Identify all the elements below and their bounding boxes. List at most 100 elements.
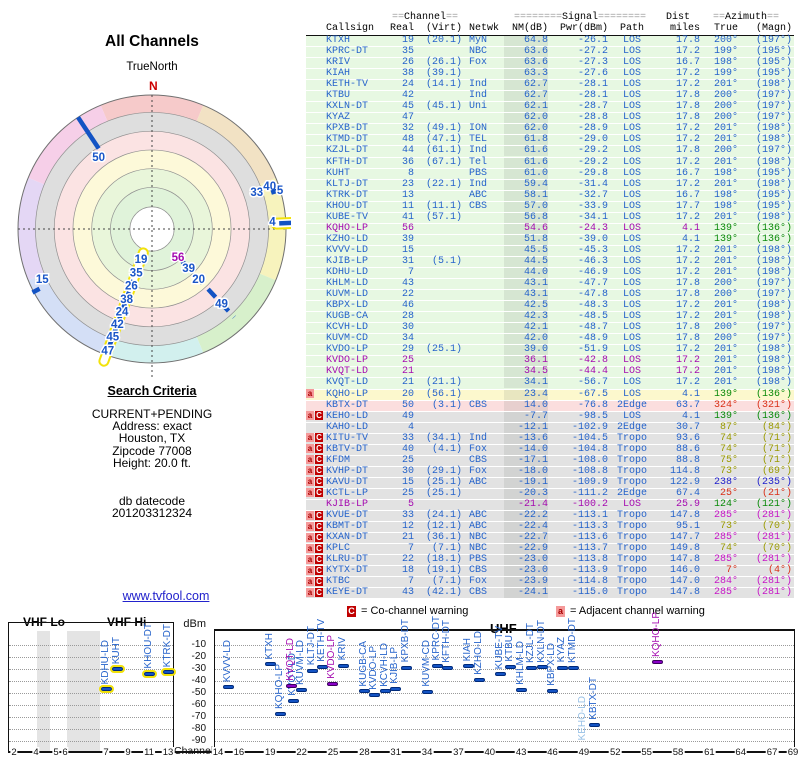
cell-path: Tropo (616, 565, 647, 577)
cell-mag: (198°) (755, 211, 792, 223)
cell-mag: (198°) (755, 156, 792, 168)
cell-mag: (197°) (755, 101, 792, 113)
table-row: KFTH-DT 36 (67.1) Tel 61.6 -29.2 LOS 17.2 201° (1… (306, 156, 794, 169)
cell-nm: 63.6 (504, 47, 548, 58)
cell-mag: (197°) (755, 322, 792, 334)
channel-tick-label: 2 (10, 746, 18, 758)
channel-tick-label: 58 (671, 746, 685, 758)
signal-bar (432, 663, 444, 668)
cell-nm: 42.3 (504, 312, 548, 323)
cell-path: Tropo (616, 521, 647, 533)
signal-bar (567, 665, 579, 670)
search-criteria-title: Search Criteria (107, 384, 197, 398)
tvfool-link[interactable]: www.tvfool.com (96, 589, 236, 603)
cell-nm: -18.0 (504, 466, 548, 477)
co-channel-warning-badge: C (315, 433, 323, 443)
cell-cs: KYTX-DT (326, 565, 369, 577)
cell-nm: -17.1 (504, 455, 548, 466)
warning-badges: aC (306, 554, 324, 566)
col-nm: NM(dB) (511, 23, 548, 34)
cell-pwr: -28.9 (577, 123, 608, 135)
co-channel-warning-badge: C (315, 565, 323, 575)
cell-pwr: -100.2 (571, 498, 608, 510)
cell-virt: (14.1) (425, 79, 462, 91)
cell-pwr: -42.8 (577, 355, 608, 367)
cell-true: 200° (713, 101, 738, 113)
cell-true: 75° (719, 454, 738, 466)
adjacent-channel-warning-badge: a (306, 543, 314, 553)
cell-cs: KVQT-LD (326, 377, 369, 389)
adjacent-channel-badge: a (556, 605, 565, 617)
channel-marker-label: 38 (120, 294, 133, 306)
cell-nm: 59.4 (504, 179, 548, 190)
cell-virt: (45.1) (425, 101, 462, 113)
cell-mi: 147.8 (669, 587, 700, 599)
bar-callsign-label: KBTX-DT (587, 677, 599, 721)
cell-nm: 42.1 (504, 323, 548, 334)
channel-tick-label: 5 (52, 746, 60, 758)
cell-nm: -22.4 (504, 522, 548, 533)
cell-cs: KVDO-LP (326, 355, 369, 367)
cell-virt: (3.1) (431, 399, 462, 411)
cell-path: LOS (622, 145, 641, 157)
cell-true: 139° (713, 388, 738, 400)
co-channel-warning-badge: C (315, 554, 323, 564)
cell-cs: KIAH (326, 68, 351, 80)
cell-mag: (195°) (755, 189, 792, 201)
cell-pwr: -56.7 (577, 377, 608, 389)
cell-real: 28 (401, 311, 414, 323)
cell-mi: 147.0 (669, 576, 700, 588)
dbm-gridline (9, 705, 173, 706)
cell-cs: KBTV-DT (326, 443, 369, 455)
cell-mag: (235°) (755, 476, 792, 488)
cell-path: LOS (622, 244, 641, 256)
cell-mag: (195°) (755, 68, 792, 80)
cell-true: 198° (713, 189, 738, 201)
cell-mag: (136°) (755, 233, 792, 245)
co-channel-warning-badge: C (315, 466, 323, 476)
cell-path: LOS (622, 90, 641, 102)
cell-mi: 25.9 (675, 498, 700, 510)
cell-cs: KBTX-DT (326, 399, 369, 411)
cell-net: Ind (469, 79, 488, 91)
table-row: a C KEYE-DT 43 (42.1) CBS -24.1 -115.0 Tropo 147.… (306, 587, 794, 600)
bar-callsign-label: KPXB-DT (399, 619, 411, 663)
co-channel-warning-badge: C (315, 455, 323, 465)
cell-mi: 17.8 (675, 278, 700, 290)
signal-bar (287, 699, 299, 704)
cell-pwr: -114.8 (571, 576, 608, 588)
cell-real: 31 (401, 255, 414, 267)
cell-nm: -12.1 (504, 422, 548, 433)
cell-path: LOS (622, 333, 641, 345)
channel-tick-label: 46 (546, 746, 559, 758)
cell-true: 200° (713, 333, 738, 345)
dbm-tick-label: -20 (191, 651, 206, 662)
bar-callsign-label: KFTH-DT (441, 620, 453, 664)
cell-mi: 88.6 (675, 443, 700, 455)
cell-nm: 42.5 (504, 301, 548, 312)
channel-tick-label: 28 (358, 746, 371, 758)
cell-real: 25 (401, 454, 414, 466)
co-channel-warning-badge: C (315, 532, 323, 542)
channel-tick-label: 34 (420, 746, 434, 758)
cell-mi: 147.7 (669, 532, 700, 544)
co-channel-warning-badge: C (315, 576, 323, 586)
table-column-header-row: Callsign Real (Virt) Netwk NM(dB) Pwr(dB… (306, 23, 794, 35)
cell-cs: KBPX-LD (326, 300, 369, 312)
cell-nm: 54.6 (504, 223, 548, 234)
cell-true: 200° (713, 90, 738, 102)
signal-bar (557, 665, 569, 670)
cell-real: 4 (407, 421, 414, 433)
cell-real: 49 (401, 410, 414, 422)
channel-marker-label: 33 (250, 187, 263, 199)
cell-mag: (69°) (761, 465, 792, 477)
cell-path: LOS (622, 222, 641, 234)
cell-virt: (25.1) (425, 487, 462, 499)
cell-cs: KEYE-DT (326, 587, 369, 599)
channel-tick-label: 9 (124, 746, 132, 758)
cell-true: 201° (713, 211, 738, 223)
cell-real: 48 (401, 134, 414, 146)
channel-marker-label: 56 (172, 252, 185, 264)
cell-true: 285° (713, 554, 738, 566)
channel-tick-label: 16 (232, 746, 246, 758)
